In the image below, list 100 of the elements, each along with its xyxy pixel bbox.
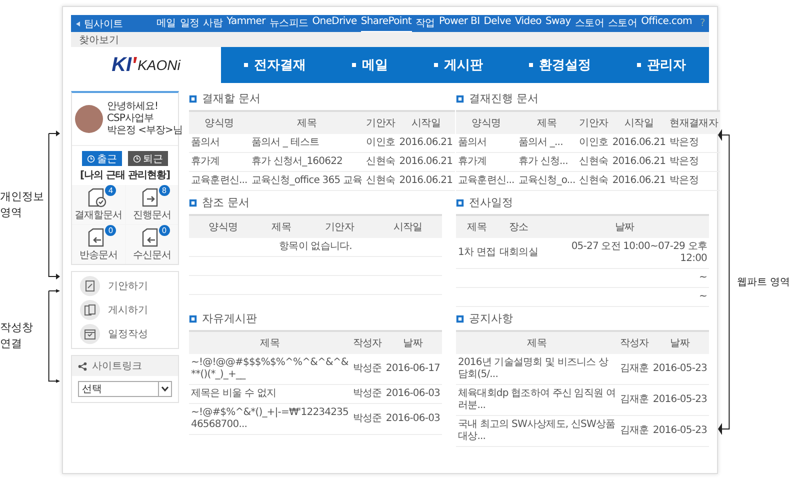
column-header: 기안자 [364, 111, 398, 134]
column-header: 제목 [257, 215, 306, 238]
tile-label: 수신문서 [132, 249, 171, 262]
square-bullet-icon [456, 198, 464, 206]
user-name: 박은정 <부장>님 [107, 125, 182, 137]
count-badge: 0 [105, 225, 116, 236]
count-badge: 8 [158, 185, 170, 196]
column-header: 양식명 [456, 111, 516, 134]
clock-icon [87, 154, 95, 162]
table-cell: 신현숙 [577, 152, 610, 172]
nav-menu-item[interactable]: 메일 [352, 56, 388, 74]
suite-app-link[interactable]: 스토어 [574, 16, 604, 32]
tile-label: 결재할문서 [74, 209, 122, 222]
square-bullet-icon [456, 314, 464, 322]
share-icon [78, 362, 87, 370]
document-count-tile[interactable]: 0 반송문서 [72, 225, 124, 264]
column-header: 날짜 [540, 215, 709, 238]
column-header: 제목 [456, 215, 498, 238]
suite-app-link[interactable]: Office.com [641, 16, 692, 32]
table-cell: 05-27 오전 10:00~07-29 오후 12:00 [540, 238, 709, 268]
logo: KI KAONi [110, 52, 182, 78]
table-cell: 신현숙 [577, 172, 610, 190]
browse-tab[interactable]: 찾아보기 [79, 32, 119, 46]
column-header: 작성자 [350, 331, 384, 354]
count-badge: 0 [158, 225, 170, 236]
table-cell: 2016-06-03 [384, 384, 442, 404]
square-bullet-icon [456, 94, 464, 102]
table-cell: 신현숙 [364, 152, 398, 172]
quick-link[interactable]: 기안하기 [80, 276, 170, 296]
table-cell: 2016-05-23 [650, 384, 709, 416]
site-select[interactable]: 선택 [78, 381, 172, 397]
webpart-title: 참조 문서 [202, 195, 250, 210]
suite-app-link[interactable]: 메일 [156, 16, 176, 32]
caret-icon [161, 386, 169, 392]
table-cell: 2016.06.21 [397, 134, 455, 152]
table-cell: 박은정 [668, 152, 720, 172]
table-cell: 박은정 [668, 172, 720, 190]
table-cell: 대회의실 [498, 238, 540, 268]
table-cell: 박성준 [350, 404, 384, 434]
table-cell: 교육훈련신... [189, 172, 250, 190]
suite-app-link[interactable]: Delve [484, 16, 511, 32]
greeting-text: 안녕하세요! [107, 101, 160, 113]
table-cell: 교육신청_o... [516, 172, 578, 190]
attendance-button[interactable]: 출근 [82, 151, 122, 166]
table-cell: ~!@#$%^&*()_+|-=₩'1223423546568700... [189, 404, 351, 434]
column-header: 양식명 [189, 111, 250, 134]
suite-app-link[interactable]: 사람 [203, 16, 223, 32]
nav-menu-item[interactable]: 게시판 [434, 56, 483, 74]
square-bullet-icon [189, 198, 197, 206]
suite-app-link[interactable]: 스토어 [608, 16, 638, 32]
suite-app-link[interactable]: Video [514, 16, 542, 32]
webpart-title: 전사일정 [469, 195, 513, 210]
suite-app-link[interactable]: Sway [546, 16, 571, 32]
back-link[interactable]: 팀사이트 [84, 16, 123, 30]
table-cell: 품의서 _ 테스트 [249, 134, 364, 152]
clock-icon [133, 154, 141, 162]
document-count-tile[interactable]: 4 결재할문서 [72, 185, 124, 224]
table-cell: 2016.06.21 [397, 152, 455, 172]
annotation-label: 웹파트 영역 [737, 276, 790, 290]
back-arrow-icon[interactable] [75, 20, 81, 26]
column-header: 시작일 [374, 215, 442, 238]
table-cell: ~ [540, 288, 709, 306]
quick-link[interactable]: 일정작성 [80, 324, 170, 344]
column-header: 제목 [249, 111, 364, 134]
column-header: 날짜 [384, 331, 442, 354]
tile-label: 반송문서 [79, 249, 118, 262]
webpart-title: 결재진행 문서 [469, 91, 538, 106]
column-header: 장소 [498, 215, 540, 238]
table-cell: 김재훈 [618, 354, 651, 384]
attendance-button[interactable]: 퇴근 [128, 151, 168, 166]
annotation-label: 작성창 연결 [0, 320, 34, 352]
suite-app-link[interactable]: 작업 [416, 16, 435, 32]
nav-menu-item[interactable]: 전자결재 [244, 56, 306, 74]
table-cell: 2016-05-23 [650, 416, 709, 446]
table-cell: 국내 최고의 SW사상제도, 신SW상품대상... [456, 416, 618, 446]
column-header: 날짜 [650, 331, 709, 354]
table-cell: 2016.06.21 [610, 134, 668, 152]
table-cell: 교육신청_office 365 교육 [249, 172, 364, 190]
document-count-tile[interactable]: 8 진행문서 [126, 185, 178, 224]
suite-app-link[interactable]: 뉴스피드 [269, 16, 308, 32]
column-header: 시작일 [610, 111, 668, 134]
suite-app-link[interactable]: OneDrive [312, 16, 357, 32]
column-header: 양식명 [189, 215, 258, 238]
table-cell: 2016년 기술설명회 및 비즈니스 상담회(5/... [456, 354, 618, 384]
suite-app-link[interactable]: Yammer [226, 16, 266, 32]
suite-app-link[interactable]: 일정 [180, 16, 200, 32]
webpart-title: 자유게시판 [202, 311, 257, 326]
document-count-tile[interactable]: 0 수신문서 [126, 225, 178, 264]
avatar [75, 105, 103, 133]
nav-menu-item[interactable]: 환경설정 [529, 56, 591, 74]
table-cell: 김재훈 [618, 416, 651, 446]
table-cell: 2016-06-17 [384, 354, 442, 384]
nav-menu-item[interactable]: 관리자 [637, 56, 686, 74]
tile-label: 진행문서 [132, 209, 171, 222]
table-cell: 김재훈 [618, 384, 651, 416]
table-cell: 박성준 [350, 354, 384, 384]
suite-app-link[interactable]: Power BI [438, 16, 480, 32]
quick-link[interactable]: 게시하기 [80, 300, 170, 320]
table-cell: 체육대회dp 협조하여 주신 임직원 여러분... [456, 384, 618, 416]
column-header: 기안자 [305, 215, 374, 238]
